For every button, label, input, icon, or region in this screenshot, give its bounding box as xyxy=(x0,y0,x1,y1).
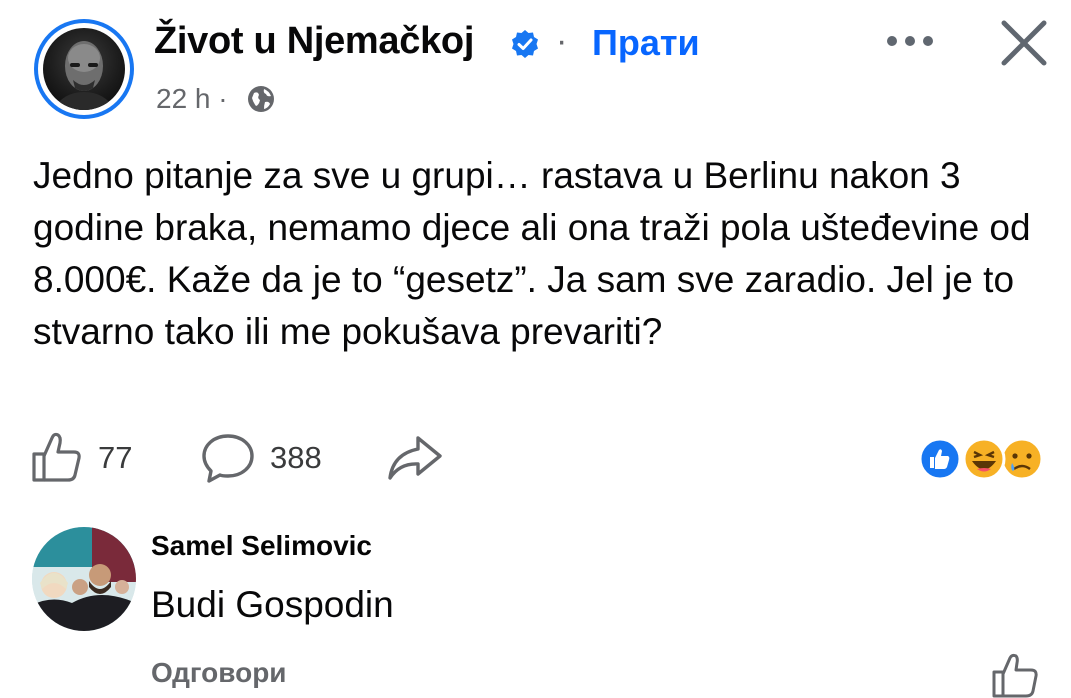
like-reaction-icon xyxy=(918,437,962,481)
comment-like-icon[interactable] xyxy=(990,650,1042,698)
commenter-avatar-image xyxy=(32,527,136,631)
page-avatar[interactable] xyxy=(43,28,125,110)
follow-button[interactable]: Прати xyxy=(592,22,700,64)
globe-icon xyxy=(248,86,274,112)
header-separator: · xyxy=(556,22,568,60)
more-options-icon[interactable] xyxy=(880,18,940,64)
reply-button[interactable]: Одговори xyxy=(151,657,287,689)
comment-count: 388 xyxy=(270,440,322,475)
page-avatar-image xyxy=(53,41,115,110)
post-text: Jedno pitanje za sve u grupi… rastava u … xyxy=(33,155,1031,352)
reactions-summary[interactable] xyxy=(916,436,1046,482)
commenter-avatar[interactable] xyxy=(32,527,136,631)
haha-reaction-icon xyxy=(962,437,1006,481)
share-icon[interactable] xyxy=(386,434,444,482)
close-icon[interactable] xyxy=(996,15,1052,71)
post-timestamp[interactable]: 22 h · xyxy=(156,83,228,115)
page-name[interactable]: Život u Njemačkoj xyxy=(154,20,474,63)
comment-icon[interactable] xyxy=(200,432,256,484)
like-count: 77 xyxy=(98,440,133,475)
verified-badge-icon xyxy=(512,30,538,58)
like-icon[interactable] xyxy=(30,430,84,484)
comment-text: Budi Gospodin xyxy=(151,584,394,625)
sad-reaction-icon xyxy=(1000,437,1044,481)
commenter-name[interactable]: Samel Selimovic xyxy=(151,530,372,562)
